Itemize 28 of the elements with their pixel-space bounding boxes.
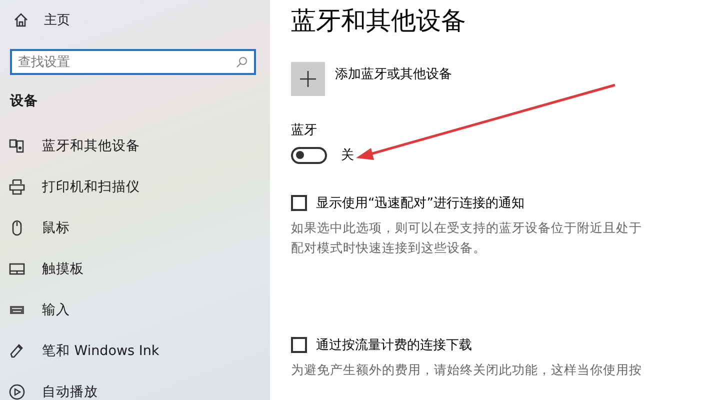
option-description: 如果选中此选项，则可以在受支持的蓝牙设备位于附近且处于配对模式时快速连接到这些设备。	[291, 219, 643, 257]
add-device-label[interactable]: 添加蓝牙或其他设备	[335, 65, 452, 83]
checkbox-label[interactable]: 通过按流量计费的连接下载	[316, 336, 472, 354]
home-link[interactable]: 主页	[44, 11, 70, 29]
checkbox-label[interactable]: 显示使用“迅速配对”进行连接的通知	[316, 194, 524, 212]
sidebar-item[interactable]: 鼠标	[0, 218, 270, 238]
search-field[interactable]: 查找设置	[10, 49, 256, 75]
page-title: 蓝牙和其他设备	[291, 5, 467, 37]
printer-icon	[8, 178, 26, 196]
search-icon	[236, 56, 248, 68]
checkbox[interactable]	[291, 195, 307, 211]
setting-label: 蓝牙	[291, 122, 318, 139]
devices-icon	[8, 137, 26, 155]
sidebar-item[interactable]: 触摸板	[0, 259, 270, 279]
sidebar-item[interactable]: 蓝牙和其他设备	[0, 136, 270, 156]
home-icon	[12, 11, 30, 29]
sidebar-item[interactable]: 打印机和扫描仪	[0, 177, 270, 197]
checkbox[interactable]	[291, 337, 307, 353]
section-heading: 设备	[10, 92, 39, 110]
sidebar-item[interactable]: 输入	[0, 300, 270, 320]
sidebar-item[interactable]: 自动播放	[0, 382, 270, 400]
add-device-button[interactable]	[291, 62, 325, 96]
play-circle-icon	[8, 383, 26, 400]
toggle-state-text: 关	[341, 147, 354, 164]
toggle-switch[interactable]	[291, 146, 327, 164]
plus-icon	[300, 71, 316, 87]
sidebar-item[interactable]: 笔和 Windows Ink	[0, 341, 270, 361]
option-description: 为避免产生额外的费用，请始终关闭此功能，这样当你使用按	[291, 361, 643, 379]
